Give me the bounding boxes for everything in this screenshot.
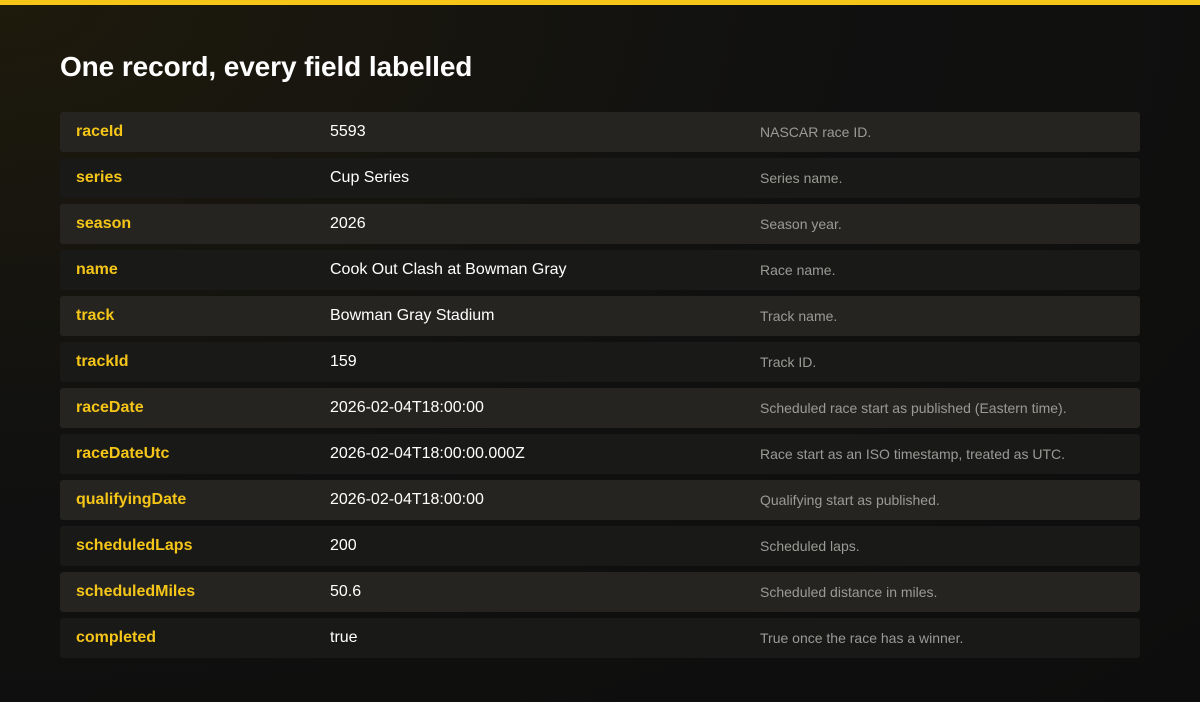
field-key: qualifyingDate: [76, 491, 187, 508]
field-row-season: season 2026 Season year.: [60, 204, 1140, 244]
field-value: 200: [330, 537, 357, 554]
field-row-scheduledMiles: scheduledMiles 50.6 Scheduled distance i…: [60, 572, 1140, 612]
page-title: One record, every field labelled: [60, 51, 473, 82]
field-description: NASCAR race ID.: [760, 124, 872, 140]
field-value: Cook Out Clash at Bowman Gray: [330, 261, 567, 278]
field-key: raceDate: [76, 399, 144, 416]
field-row-raceDate: raceDate 2026-02-04T18:00:00 Scheduled r…: [60, 388, 1140, 428]
field-description: Track ID.: [760, 354, 817, 370]
field-row-name: name Cook Out Clash at Bowman Gray Race …: [60, 250, 1140, 290]
field-key: season: [76, 215, 132, 232]
field-row-raceId: raceId 5593 NASCAR race ID.: [60, 112, 1140, 152]
field-key: track: [76, 307, 115, 324]
field-value: 5593: [330, 123, 366, 140]
accent-top-bar: [0, 0, 1200, 5]
field-description: Scheduled laps.: [760, 538, 860, 554]
field-value: 2026: [330, 215, 366, 232]
field-description: Race name.: [760, 262, 836, 278]
field-key: scheduledLaps: [76, 537, 193, 554]
field-row-trackId: trackId 159 Track ID.: [60, 342, 1140, 382]
field-description: Qualifying start as published.: [760, 492, 940, 508]
field-key: name: [76, 261, 118, 278]
field-description: Series name.: [760, 170, 843, 186]
field-value: 50.6: [330, 583, 362, 600]
field-description: Race start as an ISO timestamp, treated …: [760, 446, 1065, 462]
field-row-scheduledLaps: scheduledLaps 200 Scheduled laps.: [60, 526, 1140, 566]
field-row-completed: completed true True once the race has a …: [60, 618, 1140, 658]
field-row-series: series Cup Series Series name.: [60, 158, 1140, 198]
field-value: Cup Series: [330, 169, 410, 186]
field-key: scheduledMiles: [76, 583, 196, 600]
field-value: Bowman Gray Stadium: [330, 307, 495, 324]
field-description: Season year.: [760, 216, 842, 232]
field-key: raceDateUtc: [76, 445, 170, 462]
field-value: 159: [330, 353, 357, 370]
field-value: 2026-02-04T18:00:00: [330, 399, 484, 416]
field-value: 2026-02-04T18:00:00: [330, 491, 484, 508]
field-key: completed: [76, 629, 157, 646]
field-key: trackId: [76, 353, 129, 370]
field-row-raceDateUtc: raceDateUtc 2026-02-04T18:00:00.000Z Rac…: [60, 434, 1140, 474]
field-value: 2026-02-04T18:00:00.000Z: [330, 445, 525, 462]
field-description: Track name.: [760, 308, 838, 324]
record-table: raceId 5593 NASCAR race ID. series Cup S…: [60, 112, 1140, 664]
field-value: true: [330, 629, 358, 646]
field-row-qualifyingDate: qualifyingDate 2026-02-04T18:00:00 Quali…: [60, 480, 1140, 520]
field-key: series: [76, 169, 123, 186]
field-description: True once the race has a winner.: [760, 630, 964, 646]
field-key: raceId: [76, 123, 124, 140]
field-description: Scheduled race start as published (Easte…: [760, 400, 1067, 416]
field-description: Scheduled distance in miles.: [760, 584, 938, 600]
field-row-track: track Bowman Gray Stadium Track name.: [60, 296, 1140, 336]
